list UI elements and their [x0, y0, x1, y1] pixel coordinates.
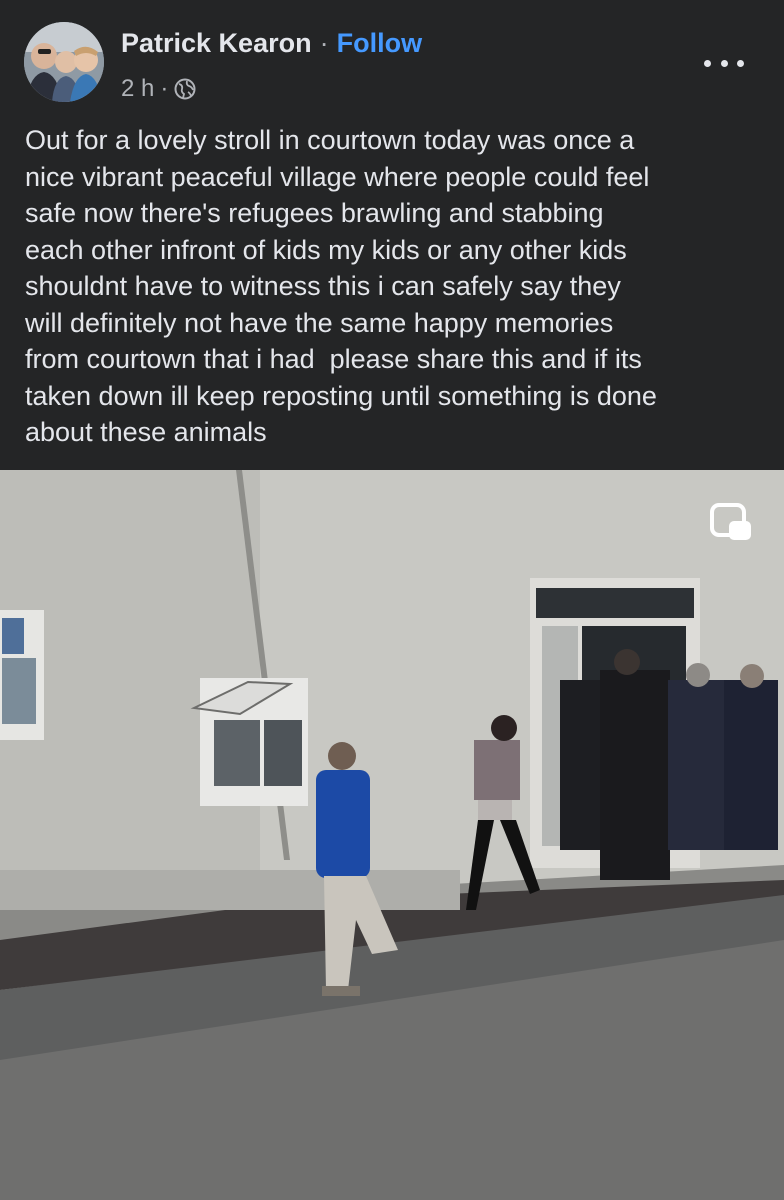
- more-options-icon[interactable]: [704, 50, 744, 76]
- picture-in-picture-icon[interactable]: [709, 502, 753, 542]
- name-separator: ·: [319, 28, 329, 58]
- author-row: Patrick Kearon · Follow: [121, 26, 422, 60]
- follow-button[interactable]: Follow: [337, 28, 422, 58]
- globe-icon[interactable]: [174, 78, 196, 100]
- post-video[interactable]: [0, 470, 784, 1200]
- post-timestamp[interactable]: 2 h: [121, 74, 154, 104]
- post-header: Patrick Kearon · Follow 2 h ·: [0, 0, 784, 110]
- author-avatar[interactable]: [24, 22, 104, 102]
- post-meta: 2 h ·: [121, 74, 196, 104]
- author-name[interactable]: Patrick Kearon: [121, 28, 312, 58]
- video-frame: [0, 470, 784, 1200]
- meta-separator: ·: [160, 75, 169, 102]
- avatar-photo: [24, 22, 104, 102]
- post-body: Out for a lovely stroll in courtown toda…: [25, 125, 657, 447]
